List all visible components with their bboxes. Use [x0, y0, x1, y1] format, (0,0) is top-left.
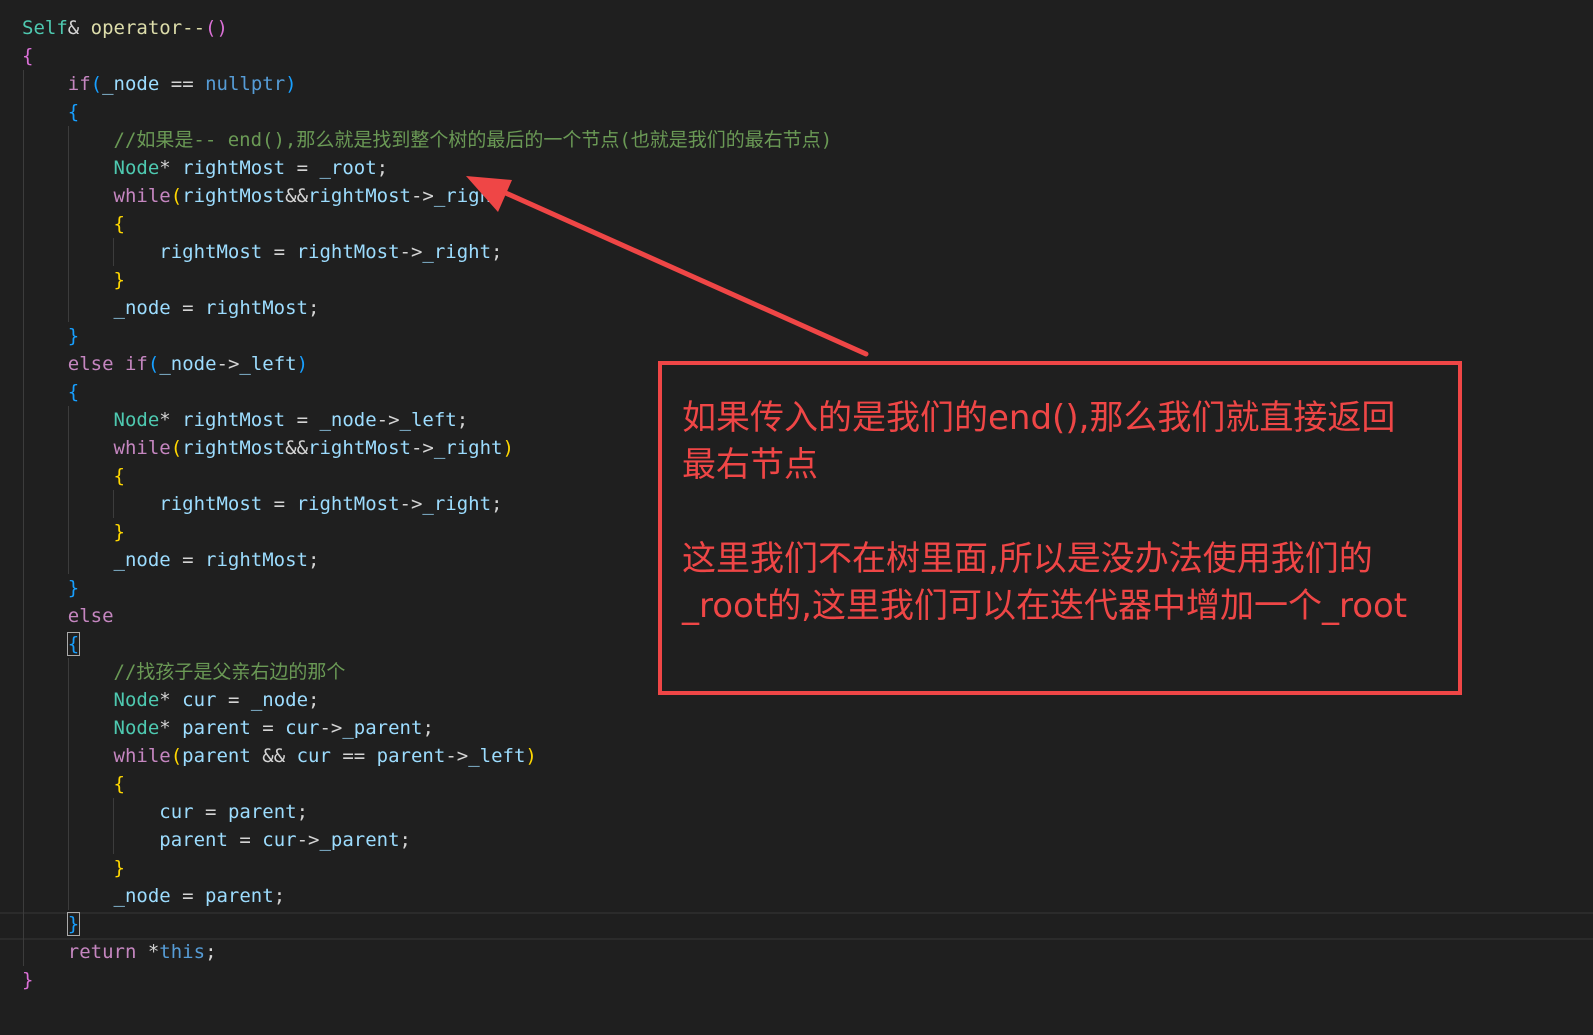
- annotation-text: 如果传入的是我们的end(),那么我们就直接返回 最右节点 这里我们不在树里面,…: [682, 398, 1408, 626]
- annotation-box: 如果传入的是我们的end(),那么我们就直接返回 最右节点 这里我们不在树里面,…: [658, 361, 1462, 695]
